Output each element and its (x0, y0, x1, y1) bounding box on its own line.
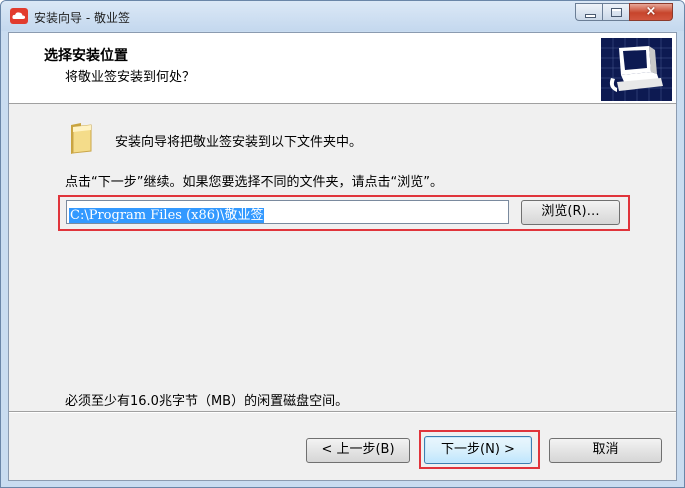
close-icon: × (645, 4, 657, 19)
wizard-client-area: 选择安装位置 将敬业签安装到何处？ 安装向导将把敬业签安装到以下文件夹中。 点击… (8, 32, 677, 481)
browse-button[interactable]: 浏览(R)… (521, 200, 620, 225)
install-path-field[interactable]: C:\Program Files (x86)\敬业签 (66, 200, 509, 224)
page-subtitle: 将敬业签安装到何处？ (65, 70, 196, 85)
folder-icon (71, 123, 92, 154)
maximize-icon (611, 8, 622, 17)
title-bar[interactable]: 安装向导 - 敬业签 × (1, 1, 684, 31)
minimize-icon (585, 14, 596, 18)
computer-install-icon (601, 38, 672, 101)
page-title: 选择安装位置 (44, 48, 128, 64)
maximize-button[interactable] (602, 3, 629, 21)
separator (9, 411, 676, 413)
intro-text: 安装向导将把敬业签安装到以下文件夹中。 (115, 135, 363, 150)
window-title: 安装向导 - 敬业签 (34, 11, 130, 25)
cancel-button[interactable]: 取消 (549, 438, 662, 463)
close-button[interactable]: × (629, 3, 673, 21)
app-logo-icon (10, 8, 28, 24)
installer-window: 安装向导 - 敬业签 × 选择安装位置 将敬业签安装到何处？ 安装向导将把敬业签… (0, 0, 685, 488)
disk-space-text: 必须至少有16.0兆字节（MB）的闲置磁盘空间。 (65, 394, 349, 409)
next-button[interactable]: 下一步(N) > (424, 436, 532, 464)
back-button[interactable]: < 上一步(B) (306, 438, 410, 463)
wizard-header: 选择安装位置 将敬业签安装到何处？ (9, 33, 676, 104)
install-path-value: C:\Program Files (x86)\敬业签 (69, 208, 265, 223)
instruction-text: 点击“下一步”继续。如果您要选择不同的文件夹，请点击“浏览”。 (65, 175, 443, 190)
minimize-button[interactable] (575, 3, 602, 21)
